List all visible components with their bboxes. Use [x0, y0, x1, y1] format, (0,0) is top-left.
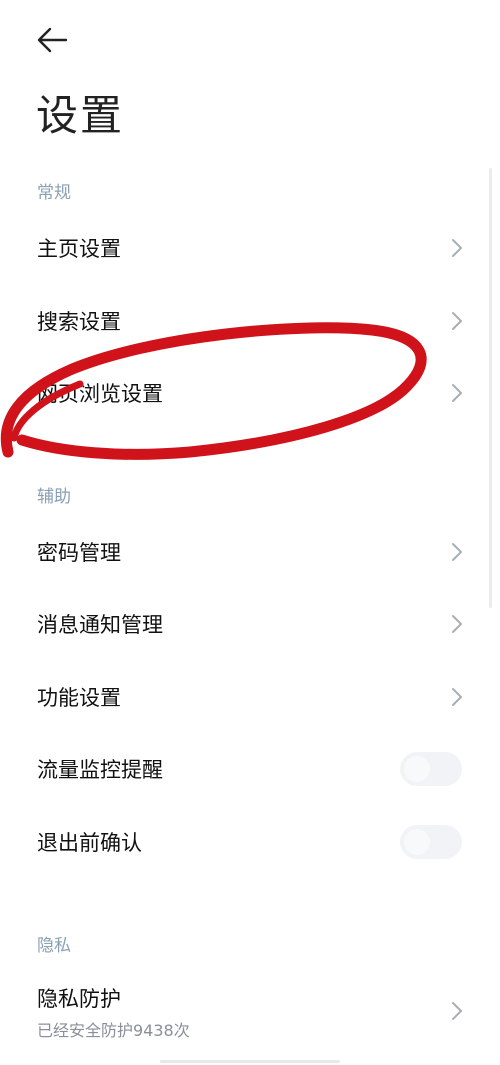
chevron-right-icon	[452, 239, 462, 257]
home-indicator	[160, 1060, 340, 1063]
chevron-right-icon	[452, 615, 462, 633]
section-header-privacy: 隐私	[37, 936, 71, 956]
settings-item-browsing[interactable]: 网页浏览设置	[0, 357, 490, 429]
chevron-right-icon	[452, 312, 462, 330]
settings-item-search[interactable]: 搜索设置	[0, 285, 490, 357]
toggle-knob	[404, 756, 430, 782]
settings-item-homepage[interactable]: 主页设置	[0, 212, 490, 284]
settings-item-label: 网页浏览设置	[37, 382, 163, 406]
settings-item-label: 密码管理	[37, 541, 121, 565]
chevron-right-icon	[452, 543, 462, 561]
settings-item-label: 搜索设置	[37, 310, 121, 334]
settings-item-exit-confirm: 退出前确认	[0, 806, 490, 878]
settings-item-notification[interactable]: 消息通知管理	[0, 588, 490, 660]
chevron-right-icon	[452, 384, 462, 402]
traffic-monitor-toggle[interactable]	[400, 752, 462, 786]
settings-item-traffic-monitor: 流量监控提醒	[0, 733, 490, 805]
settings-item-label: 退出前确认	[37, 831, 142, 855]
back-button[interactable]	[30, 22, 74, 58]
page-title: 设置	[36, 91, 125, 140]
toggle-knob	[404, 829, 430, 855]
settings-item-label: 隐私防护	[37, 987, 121, 1011]
settings-item-label: 功能设置	[37, 686, 121, 710]
settings-item-label: 流量监控提醒	[37, 758, 163, 782]
exit-confirm-toggle[interactable]	[400, 825, 462, 859]
settings-item-label: 主页设置	[37, 237, 121, 261]
settings-item-label: 消息通知管理	[37, 613, 163, 637]
section-header-assist: 辅助	[37, 487, 71, 507]
settings-item-features[interactable]: 功能设置	[0, 661, 490, 733]
settings-item-privacy-protection[interactable]: 隐私防护 已经安全防护9438次	[0, 973, 490, 1049]
chevron-right-icon	[452, 688, 462, 706]
settings-item-password[interactable]: 密码管理	[0, 516, 490, 588]
chevron-right-icon	[452, 1002, 462, 1020]
settings-item-subtitle: 已经安全防护9438次	[37, 1021, 190, 1040]
section-header-general: 常规	[37, 183, 71, 203]
arrow-left-icon	[37, 27, 68, 53]
